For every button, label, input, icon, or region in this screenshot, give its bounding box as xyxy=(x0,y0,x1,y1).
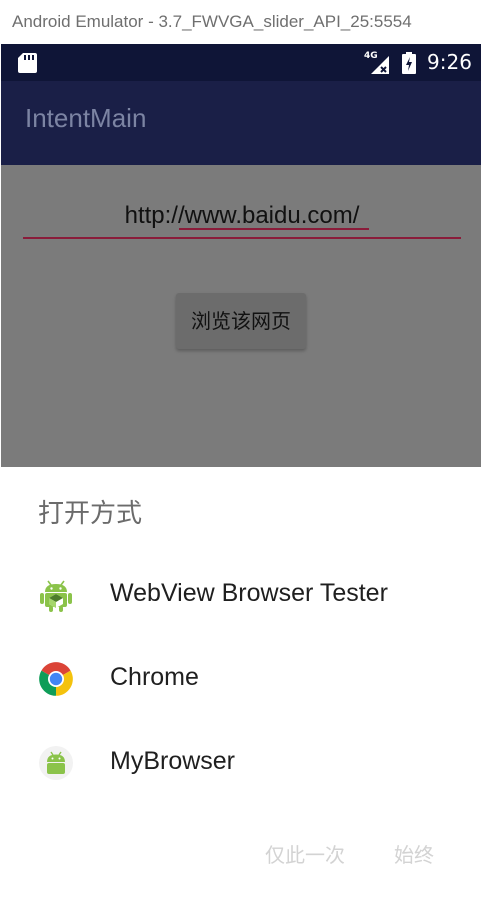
emulator-window-title: Android Emulator - 3.7_FWVGA_slider_API_… xyxy=(0,0,482,44)
status-clock: 9:26 xyxy=(427,50,472,74)
signal-strength-icon xyxy=(371,56,389,74)
status-bar: 4G 9:26 xyxy=(1,44,481,81)
android-icon xyxy=(39,746,73,780)
device-screen: 4G 9:26 IntentMain 浏览该网页 打开方式 xyxy=(1,44,481,899)
chrome-icon xyxy=(39,662,73,696)
always-button[interactable]: 始终 xyxy=(394,839,434,868)
battery-icon xyxy=(402,52,416,74)
chooser-item-label: MyBrowser xyxy=(110,747,236,775)
open-with-chooser: 打开方式 WebView Browser Tester Chrome MyBro… xyxy=(1,467,481,899)
chooser-item-label: WebView Browser Tester xyxy=(110,579,388,607)
app-title: IntentMain xyxy=(25,103,147,133)
chooser-item-label: Chrome xyxy=(110,663,199,691)
chooser-item-chrome[interactable]: Chrome xyxy=(1,637,481,721)
main-content: 浏览该网页 xyxy=(1,165,481,467)
browse-webpage-button[interactable]: 浏览该网页 xyxy=(176,293,306,349)
chooser-item-mybrowser[interactable]: MyBrowser xyxy=(1,721,481,805)
sd-card-icon xyxy=(18,53,37,73)
url-input[interactable] xyxy=(23,195,461,239)
spellcheck-underline xyxy=(179,228,369,230)
chooser-title: 打开方式 xyxy=(38,499,143,529)
app-bar: IntentMain xyxy=(1,81,481,165)
just-once-button[interactable]: 仅此一次 xyxy=(265,839,345,868)
android-webview-icon xyxy=(40,580,72,612)
chooser-item-webview-tester[interactable]: WebView Browser Tester xyxy=(1,553,481,637)
